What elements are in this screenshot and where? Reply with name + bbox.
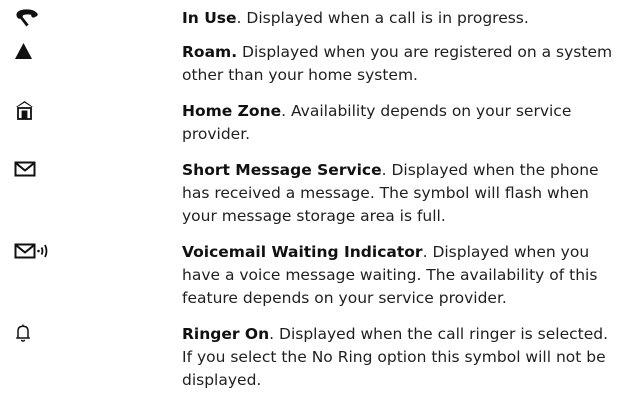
roam-description: Displayed when you are registered on a s…	[182, 43, 613, 84]
voicemail-waiting-term: Voicemail Waiting Indicator	[182, 243, 423, 261]
envelope-icon	[14, 158, 50, 184]
bell-icon	[14, 322, 50, 348]
roam-triangle-icon	[14, 40, 50, 66]
status-icon-list: In Use. Displayed when a call is in prog…	[0, 0, 633, 410]
voicemail-envelope-icon	[14, 240, 50, 266]
ringer-on-term: Ringer On	[182, 325, 270, 343]
in-use-term: In Use	[182, 9, 237, 27]
roam-term: Roam.	[182, 43, 238, 61]
in-use-handset-icon	[14, 6, 50, 32]
home-zone-icon	[14, 99, 50, 125]
short-message-service-term: Short Message Service	[182, 161, 382, 179]
in-use-description: Displayed when a call is in progress.	[241, 9, 529, 27]
home-zone-term: Home Zone	[182, 102, 282, 120]
